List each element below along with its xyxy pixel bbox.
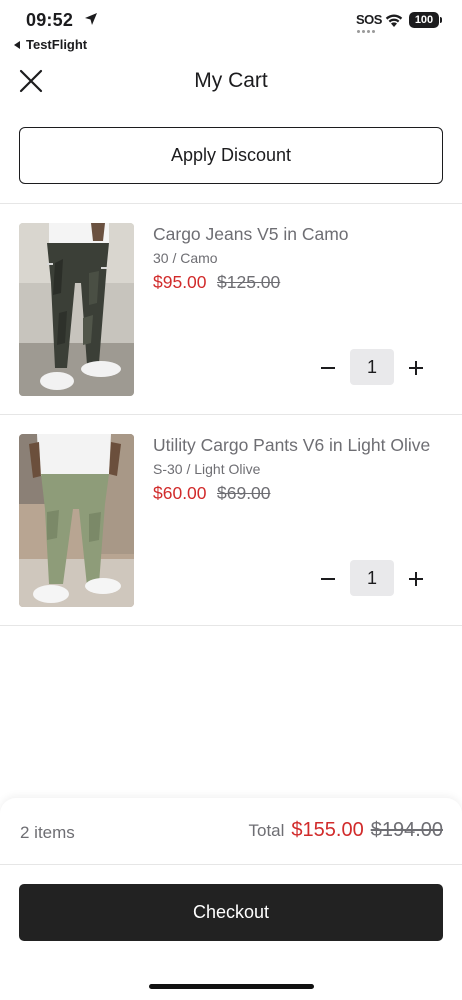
product-image-utility-cargo-olive bbox=[19, 434, 134, 607]
item-compare-price: $125.00 bbox=[217, 272, 281, 292]
product-image[interactable] bbox=[19, 434, 134, 607]
back-triangle-icon bbox=[14, 40, 20, 49]
product-image[interactable] bbox=[19, 223, 134, 396]
divider bbox=[0, 625, 462, 626]
decrease-quantity-button[interactable] bbox=[314, 354, 342, 382]
apply-discount-label: Apply Discount bbox=[170, 145, 292, 165]
battery-tip bbox=[440, 17, 442, 23]
item-variant: 30 / Camo bbox=[153, 250, 218, 266]
cart-item: Utility Cargo Pants V6 in Light Olive S-… bbox=[0, 415, 462, 625]
decrease-quantity-button[interactable] bbox=[314, 565, 342, 593]
increase-quantity-button[interactable] bbox=[402, 354, 430, 382]
back-app-label: TestFlight bbox=[26, 37, 88, 52]
status-bar: 09:52 TestFlight SOS 100 bbox=[0, 0, 462, 56]
item-compare-price: $69.00 bbox=[217, 483, 271, 503]
location-arrow-icon bbox=[85, 13, 97, 25]
item-title[interactable]: Cargo Jeans V5 in Camo bbox=[153, 224, 349, 245]
cart-item: Cargo Jeans V5 in Camo 30 / Camo $95.00 … bbox=[0, 204, 462, 414]
checkout-button[interactable]: Checkout bbox=[19, 884, 443, 941]
checkout-label: Checkout bbox=[192, 902, 270, 922]
item-price: $60.00 bbox=[153, 483, 207, 503]
signal-dots-icon bbox=[357, 30, 375, 33]
increase-quantity-button[interactable] bbox=[402, 565, 430, 593]
back-to-app-link[interactable]: TestFlight bbox=[14, 37, 87, 52]
cart-summary: 2 items Total $155.00 $194.00 Checkout bbox=[0, 798, 462, 1000]
battery-level: 100 bbox=[414, 14, 434, 26]
apply-discount-button[interactable]: Apply Discount bbox=[19, 127, 443, 184]
quantity-value: 1 bbox=[350, 560, 394, 596]
battery-icon: 100 bbox=[409, 12, 439, 28]
item-title[interactable]: Utility Cargo Pants V6 in Light Olive bbox=[153, 435, 430, 456]
wifi-icon bbox=[385, 14, 403, 27]
total-price: $155.00 bbox=[291, 819, 364, 841]
home-indicator[interactable] bbox=[149, 984, 314, 989]
sos-indicator: SOS bbox=[356, 12, 382, 27]
total-compare-price: $194.00 bbox=[370, 819, 443, 841]
total-label: Total bbox=[248, 821, 285, 840]
item-count: 2 items bbox=[20, 823, 75, 842]
item-variant: S-30 / Light Olive bbox=[153, 461, 261, 477]
total-row: Total $155.00 $194.00 bbox=[248, 819, 443, 842]
item-price: $95.00 bbox=[153, 272, 207, 292]
page-title: My Cart bbox=[194, 69, 268, 92]
status-time: 09:52 bbox=[26, 10, 74, 30]
divider bbox=[0, 864, 462, 865]
quantity-value: 1 bbox=[350, 349, 394, 385]
product-image-cargo-jeans-camo bbox=[19, 223, 134, 396]
